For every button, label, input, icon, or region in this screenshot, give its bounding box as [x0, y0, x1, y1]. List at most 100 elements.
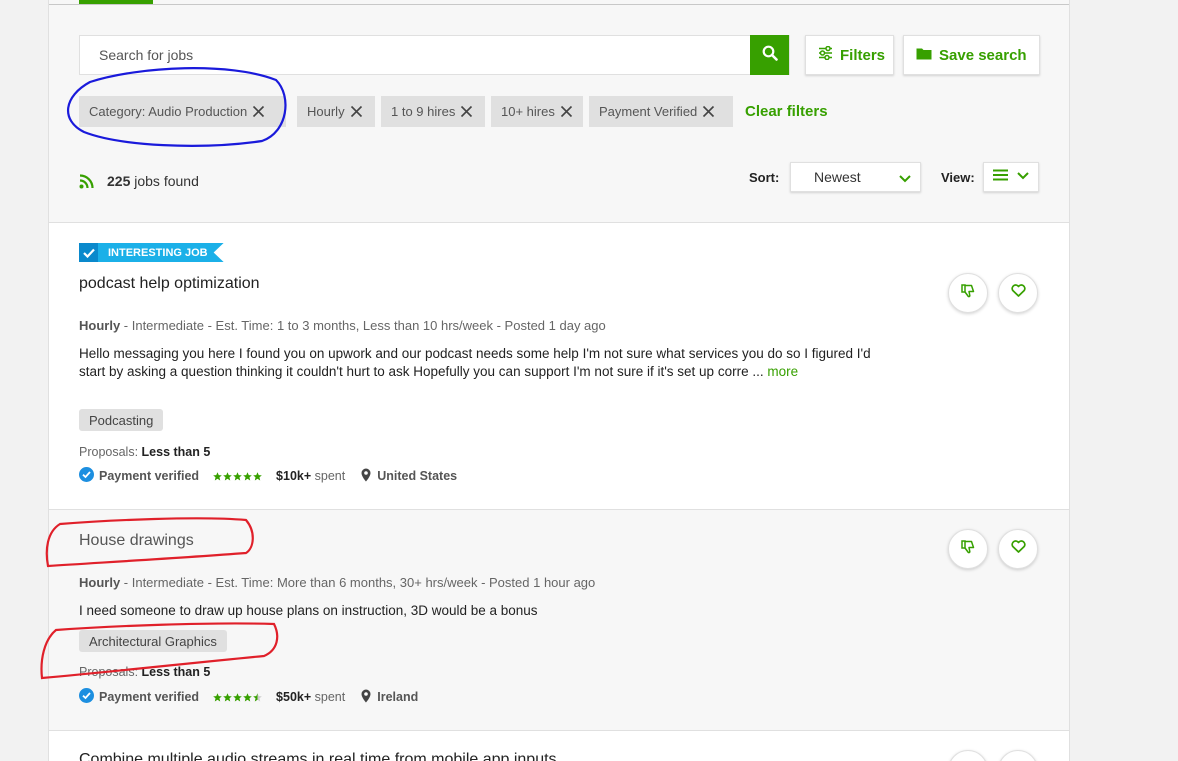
spent-label: spent [314, 469, 346, 483]
save-job-button[interactable] [998, 750, 1038, 761]
sort-dropdown[interactable]: Newest [790, 162, 921, 192]
view-label: View: [941, 170, 975, 185]
view-dropdown[interactable] [983, 162, 1039, 192]
save-search-label: Save search [939, 46, 1027, 64]
not-interested-button[interactable] [948, 273, 988, 313]
verified-icon [79, 688, 94, 706]
star-icon [253, 692, 262, 701]
chip-label: Hourly [307, 104, 345, 119]
proposals-value: Less than 5 [141, 445, 211, 459]
payment-verified-label: Payment verified [99, 690, 200, 704]
chip-label: 1 to 9 hires [391, 104, 456, 119]
list-icon [993, 168, 1008, 186]
skill-tag[interactable]: Podcasting [79, 409, 164, 431]
job-tile[interactable]: Combine multiple audio streams in real t… [49, 731, 1069, 761]
search-box [79, 35, 790, 75]
thumbs-down-icon [961, 283, 975, 303]
job-search-panel: Filters Save search Category: Audio Prod… [48, 0, 1070, 761]
not-interested-button[interactable] [948, 750, 988, 761]
heart-icon [1010, 540, 1026, 558]
star-icon [223, 471, 232, 480]
close-icon[interactable] [460, 105, 473, 118]
spent-label: spent [314, 690, 346, 704]
close-icon[interactable] [560, 105, 573, 118]
top-divider [49, 4, 1069, 5]
location-pin-icon [361, 689, 371, 706]
jobs-count: 225 [107, 173, 131, 189]
job-description: I need someone to draw up house plans on… [79, 603, 538, 618]
not-interested-button[interactable] [948, 529, 988, 569]
close-icon[interactable] [252, 105, 265, 118]
skill-tag[interactable]: Architectural Graphics [79, 630, 227, 652]
job-type: Hourly [79, 575, 121, 590]
star-icon [233, 471, 242, 480]
job-title[interactable]: podcast help optimization [79, 275, 260, 293]
chevron-down-icon [898, 171, 912, 187]
description-text: Hello messaging you here I found you on … [79, 346, 871, 379]
job-meta-details: - Intermediate - Est. Time: 1 to 3 month… [120, 318, 606, 333]
more-link[interactable]: more [767, 364, 798, 379]
chip-label: Category: Audio Production [89, 104, 248, 119]
star-icon [233, 692, 242, 701]
proposals: Proposals: Less than 5 [79, 445, 210, 459]
chevron-down-icon [1016, 168, 1030, 186]
folder-icon [916, 47, 932, 64]
location-text: United States [377, 469, 458, 483]
filters-label: Filters [840, 46, 886, 64]
filter-chip-payment-verified: Payment Verified [589, 96, 733, 127]
proposals-value: Less than 5 [141, 665, 211, 679]
filter-chip-category: Category: Audio Production [79, 96, 286, 127]
clear-filters-link[interactable]: Clear filters [745, 103, 828, 120]
search-button[interactable] [750, 35, 789, 75]
chip-label: 10+ hires [501, 104, 555, 119]
client-spent: $50k+ spent [276, 690, 345, 704]
filters-button[interactable]: Filters [805, 35, 894, 75]
rating-stars [213, 471, 262, 481]
job-title[interactable]: House drawings [79, 532, 194, 550]
job-description: Hello messaging you here I found you on … [79, 345, 879, 381]
close-icon[interactable] [702, 105, 715, 118]
close-icon[interactable] [350, 105, 363, 118]
interesting-job-badge: INTERESTING JOB [79, 243, 224, 262]
badge-label: INTERESTING JOB [98, 243, 224, 262]
job-meta: Hourly - Intermediate - Est. Time: 1 to … [79, 318, 606, 333]
sliders-icon [818, 45, 833, 64]
job-title[interactable]: Combine multiple audio streams in real t… [79, 751, 557, 761]
rating-stars [213, 692, 262, 702]
heart-icon [1010, 284, 1026, 302]
payment-verified-label: Payment verified [99, 469, 200, 483]
star-icon [213, 471, 222, 480]
spent-value: $10k+ [276, 469, 312, 483]
client-spent: $10k+ spent [276, 469, 345, 483]
save-search-button[interactable]: Save search [903, 35, 1040, 75]
jobs-found-count: 225 jobs found [107, 173, 199, 189]
star-icon [243, 471, 252, 480]
filter-chip-hourly: Hourly [297, 96, 375, 127]
job-meta: Hourly - Intermediate - Est. Time: More … [79, 575, 595, 590]
client-location: United States [361, 468, 457, 485]
jobs-count-suffix: jobs found [134, 173, 199, 189]
filter-chip-hires-1-9: 1 to 9 hires [381, 96, 485, 127]
job-tile[interactable]: INTERESTING JOB podcast help optimizatio… [49, 223, 1069, 509]
active-tab-indicator[interactable] [79, 0, 153, 4]
save-job-button[interactable] [998, 529, 1038, 569]
sort-value: Newest [814, 169, 861, 185]
filter-chip-hires-10-plus: 10+ hires [491, 96, 583, 127]
client-info: Payment verified $10k+ spent United Stat… [79, 467, 457, 485]
save-job-button[interactable] [998, 273, 1038, 313]
star-icon [253, 471, 262, 480]
check-icon [79, 243, 98, 262]
search-input[interactable] [80, 36, 720, 74]
sort-label: Sort: [749, 170, 780, 185]
star-icon [223, 692, 232, 701]
verified-icon [79, 467, 94, 485]
rss-icon[interactable] [79, 174, 94, 194]
job-type: Hourly [79, 318, 121, 333]
proposals-label: Proposals: [79, 665, 139, 679]
job-meta-details: - Intermediate - Est. Time: More than 6 … [120, 575, 596, 590]
location-text: Ireland [377, 690, 419, 704]
client-location: Ireland [361, 689, 418, 706]
proposals: Proposals: Less than 5 [79, 665, 210, 679]
job-tile[interactable]: House drawings Hourly - Intermediate - E… [49, 510, 1069, 730]
proposals-label: Proposals: [79, 445, 139, 459]
